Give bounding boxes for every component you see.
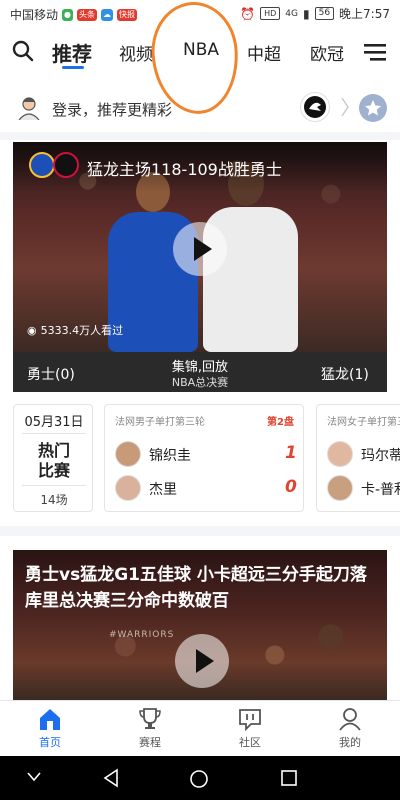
- system-navigation-bar: [0, 756, 400, 800]
- kuaibao-badge: 快报: [117, 8, 137, 21]
- match-card-women-singles[interactable]: 法网女子单打第三轮 玛尔蒂 卡-普利: [316, 404, 400, 512]
- back-icon[interactable]: [102, 768, 120, 788]
- carrier-label: 中国移动: [10, 8, 59, 22]
- chat-icon: [239, 709, 261, 732]
- warriors-logo-icon: [29, 152, 55, 178]
- raptors-logo-icon: [53, 152, 79, 178]
- menu-icon[interactable]: [364, 43, 386, 61]
- cloud-icon: ☁: [101, 8, 113, 21]
- hot-matches-date-box[interactable]: 05月31日 热门 比赛 14场: [13, 404, 93, 512]
- chevron-down-icon[interactable]: [26, 770, 42, 784]
- featured-video-title: 勇士vs猛龙G1五佳球 小卡超远三分手起刀落库里总决赛三分命中数破百: [25, 565, 367, 611]
- chevron-right-icon: [341, 97, 349, 117]
- section-divider: [0, 526, 400, 536]
- player-name: 玛尔蒂: [361, 448, 400, 464]
- tab-schedule[interactable]: 赛程: [120, 707, 180, 750]
- player-name: 卡-普利: [361, 482, 400, 498]
- notification-icon: ●: [62, 8, 73, 21]
- player-avatar: [327, 475, 353, 501]
- section-divider: [0, 132, 400, 140]
- court-caption: #WARRIORS: [109, 630, 175, 640]
- player-avatar: [115, 475, 141, 501]
- event-name: 法网男子单打第三轮: [115, 417, 205, 428]
- home-icon: [40, 709, 60, 730]
- hd-badge: HD: [260, 7, 281, 20]
- player-name: 杰里: [149, 482, 177, 498]
- tab-home[interactable]: 首页: [20, 707, 80, 750]
- player-name: 锦织圭: [149, 448, 191, 464]
- tab-csl[interactable]: 中超: [247, 40, 281, 65]
- search-icon[interactable]: [12, 40, 34, 62]
- match-card-men-singles[interactable]: 法网男子单打第三轮 第2盘 锦织圭 1 杰里 0: [104, 404, 304, 512]
- battery-indicator: 56: [314, 7, 335, 20]
- highlight-video-card[interactable]: 猛龙主场118-109战胜勇士 ◉ 5333.4万人看过 勇士(0) 集锦,回放…: [13, 142, 387, 392]
- match-summary-bar: 勇士(0) 集锦,回放 NBA总决赛 猛龙(1): [13, 352, 387, 392]
- bottom-tab-bar: 首页 赛程 社区 我的: [0, 700, 400, 756]
- player-avatar: [115, 441, 141, 467]
- play-button[interactable]: [173, 222, 227, 276]
- event-name: 法网女子单打第三轮: [327, 417, 400, 428]
- network-label: 4G: [285, 8, 298, 19]
- active-tab-indicator: [62, 66, 84, 69]
- signal-icon: ▮: [302, 6, 310, 21]
- eye-icon: ◉: [27, 323, 37, 337]
- login-prompt-text: 登录，推荐更精彩: [52, 101, 173, 119]
- screen: 中国移动 ● 头条 ☁ 快报 ⏰ HD 4G ▮ 56 晚上7:57 推荐 视频…: [0, 0, 400, 800]
- match-count: 14场: [40, 493, 68, 507]
- featured-video-card[interactable]: 勇士vs猛龙G1五佳球 小卡超远三分手起刀落库里总决赛三分命中数破百 #WARR…: [13, 550, 387, 700]
- hot-matches-label: 热门 比赛: [37, 441, 70, 480]
- user-avatar-icon: [18, 97, 40, 120]
- set-label: 第2盘: [267, 417, 294, 428]
- profile-icon: [339, 708, 361, 731]
- view-count: ◉ 5333.4万人看过: [27, 323, 124, 338]
- schedule-date: 05月31日: [24, 415, 84, 430]
- raptors-score: 猛龙(1): [321, 367, 369, 383]
- video-title: 猛龙主场118-109战胜勇士: [87, 160, 282, 179]
- favorite-star-icon[interactable]: [359, 94, 387, 122]
- tab-profile[interactable]: 我的: [320, 707, 380, 750]
- player-avatar: [327, 441, 353, 467]
- play-button[interactable]: [175, 634, 229, 688]
- login-prompt-row[interactable]: 登录，推荐更精彩: [0, 82, 400, 132]
- trophy-icon: [139, 708, 161, 729]
- alarm-icon: ⏰: [240, 6, 256, 21]
- tab-video[interactable]: 视频: [119, 40, 153, 65]
- tab-recommend[interactable]: 推荐: [52, 38, 92, 67]
- player-score: 0: [285, 477, 297, 497]
- player-score: 1: [285, 443, 297, 463]
- clock: 晚上7:57: [339, 7, 390, 21]
- home-circle-icon[interactable]: [188, 768, 210, 790]
- tab-ucl[interactable]: 欧冠: [310, 40, 344, 65]
- toutiao-badge: 头条: [77, 8, 97, 21]
- recents-icon[interactable]: [280, 769, 298, 787]
- tab-community[interactable]: 社区: [220, 707, 280, 750]
- raptors-team-logo[interactable]: [300, 92, 330, 122]
